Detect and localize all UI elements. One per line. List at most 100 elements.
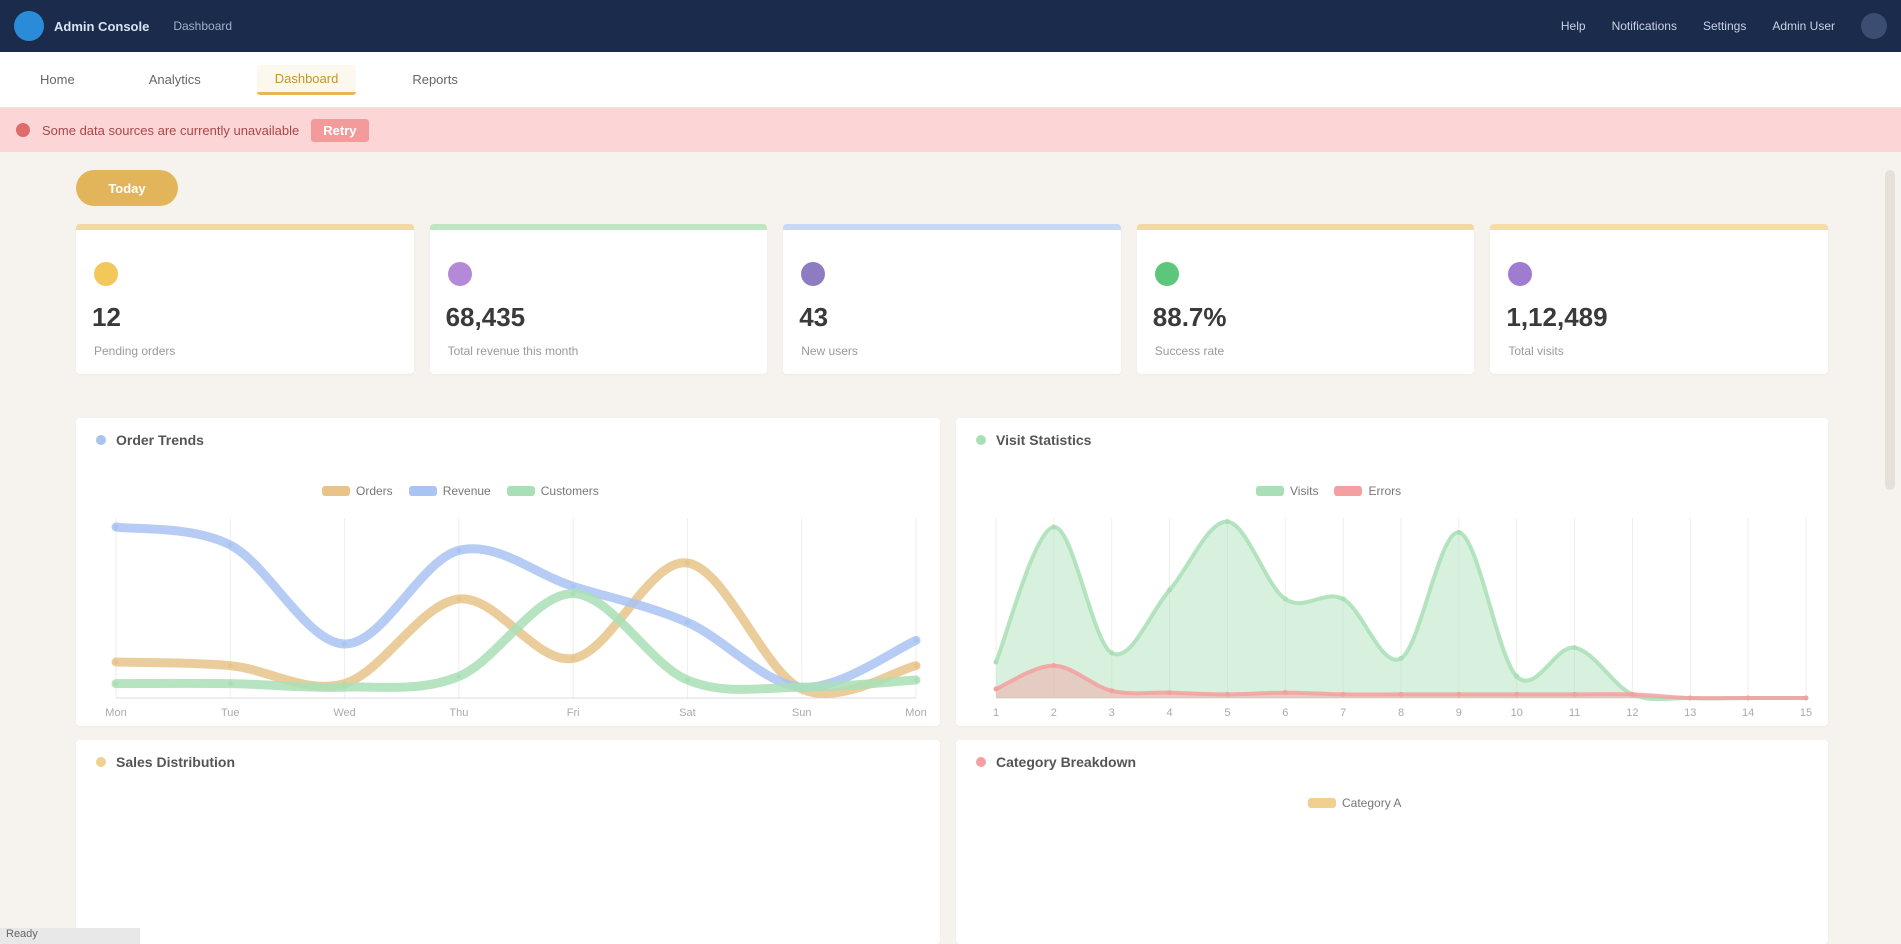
dashboard-content: Today 12 Pending orders 68,435 Total rev…: [66, 162, 1828, 944]
status-bar: Ready: [0, 928, 140, 944]
panel-title-text: Sales Distribution: [116, 754, 236, 770]
data-point: [1224, 519, 1230, 525]
kpi-value: 12: [92, 302, 121, 332]
activity-chart-panel: Visit Statistics Visits Errors 1234567891…: [956, 418, 1828, 726]
data-point: [1514, 673, 1520, 679]
data-point: [570, 583, 576, 589]
x-tick-label: 10: [1511, 707, 1523, 719]
data-point: [1456, 529, 1462, 535]
data-point: [1109, 650, 1115, 656]
kpi-card-revenue[interactable]: 68,435 Total revenue this month: [429, 224, 768, 374]
panel-title: Category Breakdown: [976, 754, 1136, 770]
tab-home[interactable]: Home: [22, 66, 93, 93]
brand-logo-icon[interactable]: [14, 11, 44, 41]
user-menu[interactable]: Admin User: [1772, 19, 1835, 33]
legend-item[interactable]: Category A: [1308, 796, 1401, 810]
star-icon: [94, 262, 118, 286]
data-point: [113, 659, 119, 665]
kpi-card-visits[interactable]: 1,12,489 Total visits: [1490, 224, 1828, 374]
vertical-scrollbar[interactable]: [1885, 170, 1895, 490]
kpi-card-users[interactable]: 43 New users: [783, 224, 1121, 374]
data-point: [1572, 691, 1578, 697]
tab-reports[interactable]: Reports: [394, 66, 476, 93]
user-icon: [801, 262, 826, 286]
data-point: [1398, 691, 1404, 697]
x-tick-label: 15: [1800, 707, 1812, 719]
data-point: [1282, 690, 1288, 696]
data-point: [1687, 695, 1693, 701]
data-point: [1398, 655, 1404, 661]
x-tick-label: 12: [1626, 707, 1638, 719]
kpi-value: 68,435: [445, 302, 526, 332]
kpi-value: 88.7%: [1152, 302, 1227, 332]
data-point: [1340, 596, 1346, 602]
x-tick-label: Sun: [792, 707, 812, 719]
data-point: [684, 619, 690, 625]
kpi-card-success[interactable]: 88.7% Success rate: [1136, 224, 1475, 374]
retry-button[interactable]: Retry: [311, 118, 369, 142]
x-tick-label: 4: [1167, 707, 1173, 719]
period-badge[interactable]: Today: [76, 170, 178, 206]
data-point: [1282, 596, 1288, 602]
kpi-card-pending[interactable]: 12 Pending orders: [76, 224, 414, 374]
tab-dashboard[interactable]: Dashboard: [256, 64, 357, 95]
data-point: [342, 641, 348, 647]
kpi-value: 1,12,489: [1506, 302, 1608, 332]
data-point: [456, 547, 462, 553]
kpi-label: Total visits: [1508, 344, 1564, 358]
x-tick-label: Mon: [905, 707, 926, 719]
data-point: [913, 677, 919, 683]
data-point: [1051, 524, 1057, 530]
data-point: [227, 542, 233, 548]
x-tick-label: 7: [1340, 707, 1346, 719]
data-point: [1745, 695, 1751, 701]
data-point: [993, 686, 999, 692]
check-icon: [1154, 262, 1179, 286]
x-tick-label: 3: [1109, 707, 1115, 719]
data-point: [342, 684, 348, 690]
avatar[interactable]: [1861, 13, 1887, 39]
panel-dot-icon: [96, 757, 106, 767]
topbar-actions: Help Notifications Settings Admin User: [1561, 13, 1887, 39]
kpi-label: Pending orders: [94, 344, 176, 358]
x-tick-label: Wed: [333, 707, 355, 719]
kpi-label: Total revenue this month: [447, 344, 579, 358]
data-point: [799, 684, 805, 690]
kpi-label: Success rate: [1154, 344, 1225, 358]
data-point: [1051, 663, 1057, 669]
data-point: [113, 524, 119, 530]
data-point: [1572, 645, 1578, 651]
data-point: [1167, 690, 1173, 696]
data-point: [1629, 691, 1635, 697]
help-link[interactable]: Help: [1561, 19, 1586, 33]
x-tick-label: 6: [1282, 707, 1288, 719]
kpi-value: 43: [799, 302, 829, 332]
warning-icon: [16, 123, 30, 137]
alert-text: Some data sources are currently unavaila…: [42, 122, 300, 138]
x-tick-label: Tue: [221, 707, 240, 719]
data-point: [1514, 691, 1520, 697]
legend-label: Category A: [1342, 796, 1402, 810]
panel-title-text: Category Breakdown: [996, 754, 1137, 770]
settings-link[interactable]: Settings: [1703, 19, 1746, 33]
data-point: [684, 560, 690, 566]
kpi-label: New users: [801, 344, 858, 358]
data-point: [684, 677, 690, 683]
kpi-row: 12 Pending orders 68,435 Total revenue t…: [76, 224, 1828, 374]
panel-dot-icon: [976, 757, 986, 767]
x-tick-label: 5: [1224, 707, 1230, 719]
x-tick-label: Thu: [449, 707, 468, 719]
breadcrumb: Dashboard: [173, 19, 233, 33]
notifications-link[interactable]: Notifications: [1612, 19, 1677, 33]
tab-analytics[interactable]: Analytics: [131, 66, 219, 93]
data-point: [570, 655, 576, 661]
data-point: [1803, 695, 1809, 701]
tab-bar: Home Analytics Dashboard Reports: [0, 52, 1901, 108]
x-tick-label: Sat: [679, 707, 696, 719]
data-point: [913, 663, 919, 669]
chart-legend: Category A: [1308, 796, 1401, 810]
chart-icon: [1508, 262, 1533, 286]
data-point: [993, 659, 999, 665]
legend-swatch: [1308, 798, 1336, 808]
data-point: [1109, 688, 1115, 694]
